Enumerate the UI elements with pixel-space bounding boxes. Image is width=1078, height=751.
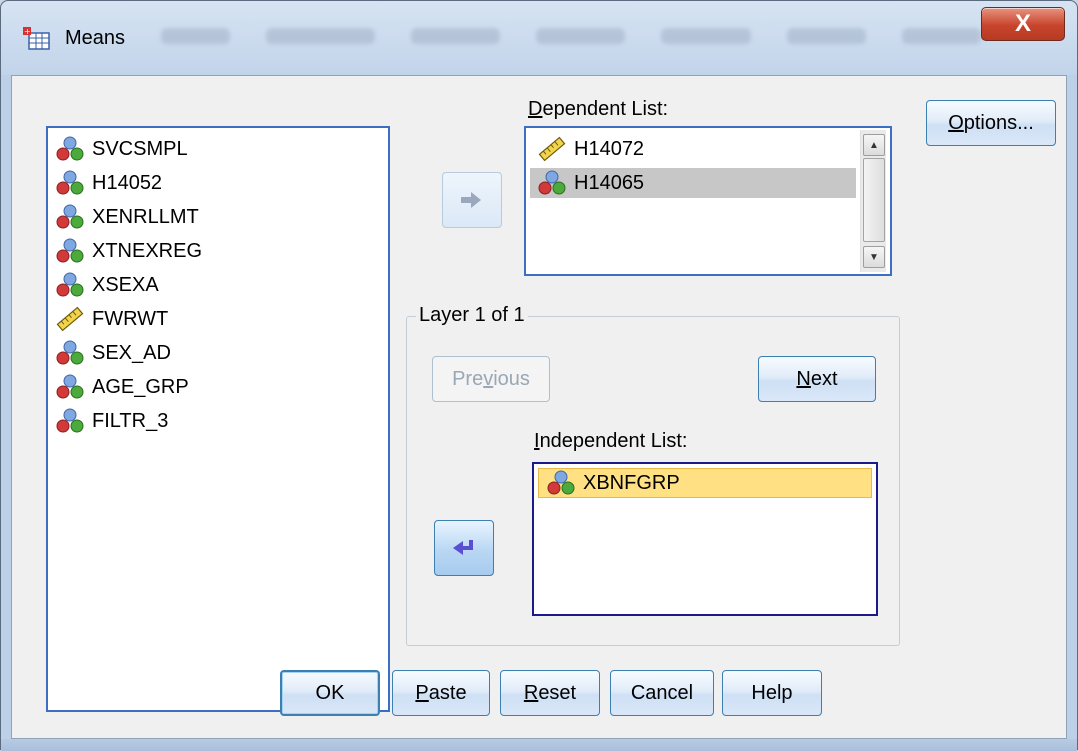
reset-button[interactable]: Reset (500, 670, 600, 716)
variable-list-item[interactable]: AGE_GRP (48, 372, 388, 402)
window-title: Means (65, 27, 126, 49)
independent-list-item[interactable]: XBNFGRP (538, 468, 872, 498)
variable-list-item-label: FILTR_3 (92, 409, 169, 432)
dependent-list-item-label: H14072 (574, 137, 645, 160)
move-to-dependent-button[interactable] (442, 172, 502, 228)
variable-list-item[interactable]: FILTR_3 (48, 406, 388, 436)
variable-list-item[interactable]: SEX_AD (48, 338, 388, 368)
dependent-list[interactable]: ▲ ▼ H14072 H14065 (524, 126, 892, 276)
background-menu-blur (161, 19, 981, 53)
variable-list-item[interactable]: SVCSMPL (48, 134, 388, 164)
scroll-thumb[interactable] (863, 158, 885, 242)
next-button[interactable]: Next (758, 356, 876, 402)
dependent-list-item[interactable]: H14065 (530, 168, 856, 198)
nominal-variable-icon (56, 238, 84, 263)
variable-list-item[interactable]: H14052 (48, 168, 388, 198)
independent-list-item-label: XBNFGRP (583, 471, 680, 494)
layer-title: Layer 1 of 1 (416, 304, 528, 327)
nominal-variable-icon (56, 408, 84, 433)
scroll-up-button[interactable]: ▲ (863, 134, 885, 156)
close-button[interactable]: X (981, 7, 1065, 41)
previous-button[interactable]: Pre v ious (432, 356, 550, 402)
nominal-variable-icon (56, 204, 84, 229)
independent-list-label: Independent List: (534, 430, 688, 452)
variable-list-item-label: SVCSMPL (92, 137, 188, 160)
nominal-variable-icon (56, 272, 84, 297)
variable-list-item-label: FWRWT (92, 307, 169, 330)
options-button[interactable]: Options... (926, 100, 1056, 146)
window-bottom-edge (1, 739, 1077, 751)
variable-list-item-label: XTNEXREG (92, 239, 203, 262)
help-button[interactable]: Help (722, 670, 822, 716)
arrow-right-icon (461, 192, 481, 208)
cancel-button[interactable]: Cancel (610, 670, 714, 716)
dialog-body: SVCSMPL H14052 XENRLLMT XTNEXREG XSEXA FWRWT S… (11, 75, 1067, 739)
source-variable-list[interactable]: SVCSMPL H14052 XENRLLMT XTNEXREG XSEXA FWRWT S… (46, 126, 390, 712)
svg-text:+: + (24, 27, 31, 36)
nominal-variable-icon (56, 136, 84, 161)
nominal-variable-icon (538, 170, 566, 195)
variable-list-item[interactable]: XSEXA (48, 270, 388, 300)
nominal-variable-icon (547, 470, 575, 495)
scale-variable-icon (538, 136, 566, 162)
variable-list-item[interactable]: XTNEXREG (48, 236, 388, 266)
ok-button[interactable]: OK (280, 670, 380, 716)
variable-list-item[interactable]: FWRWT (48, 304, 388, 334)
means-dialog-window: + Means X SVCSMPL H14052 XENRLLMT XTNEXREG X… (0, 0, 1078, 751)
title-bar[interactable]: + Means X (1, 1, 1077, 75)
arrow-left-icon (453, 540, 473, 555)
paste-button[interactable]: Paste (392, 670, 490, 716)
variable-list-item[interactable]: XENRLLMT (48, 202, 388, 232)
app-icon: + (23, 27, 50, 50)
variable-list-item-label: XSEXA (92, 273, 159, 296)
move-to-independent-button[interactable] (434, 520, 494, 576)
nominal-variable-icon (56, 374, 84, 399)
variable-list-item-label: XENRLLMT (92, 205, 199, 228)
variable-list-item-label: SEX_AD (92, 341, 171, 364)
variable-list-item-label: H14052 (92, 171, 163, 194)
dependent-list-scrollbar[interactable]: ▲ ▼ (860, 130, 886, 272)
scale-variable-icon (56, 306, 84, 332)
dependent-list-item[interactable]: H14072 (530, 134, 856, 164)
independent-list[interactable]: XBNFGRP (532, 462, 878, 616)
nominal-variable-icon (56, 170, 84, 195)
variable-list-item-label: AGE_GRP (92, 375, 189, 398)
scroll-down-button[interactable]: ▼ (863, 246, 885, 268)
dependent-list-item-label: H14065 (574, 171, 645, 194)
nominal-variable-icon (56, 340, 84, 365)
dependent-list-label: Dependent List: (528, 98, 669, 120)
